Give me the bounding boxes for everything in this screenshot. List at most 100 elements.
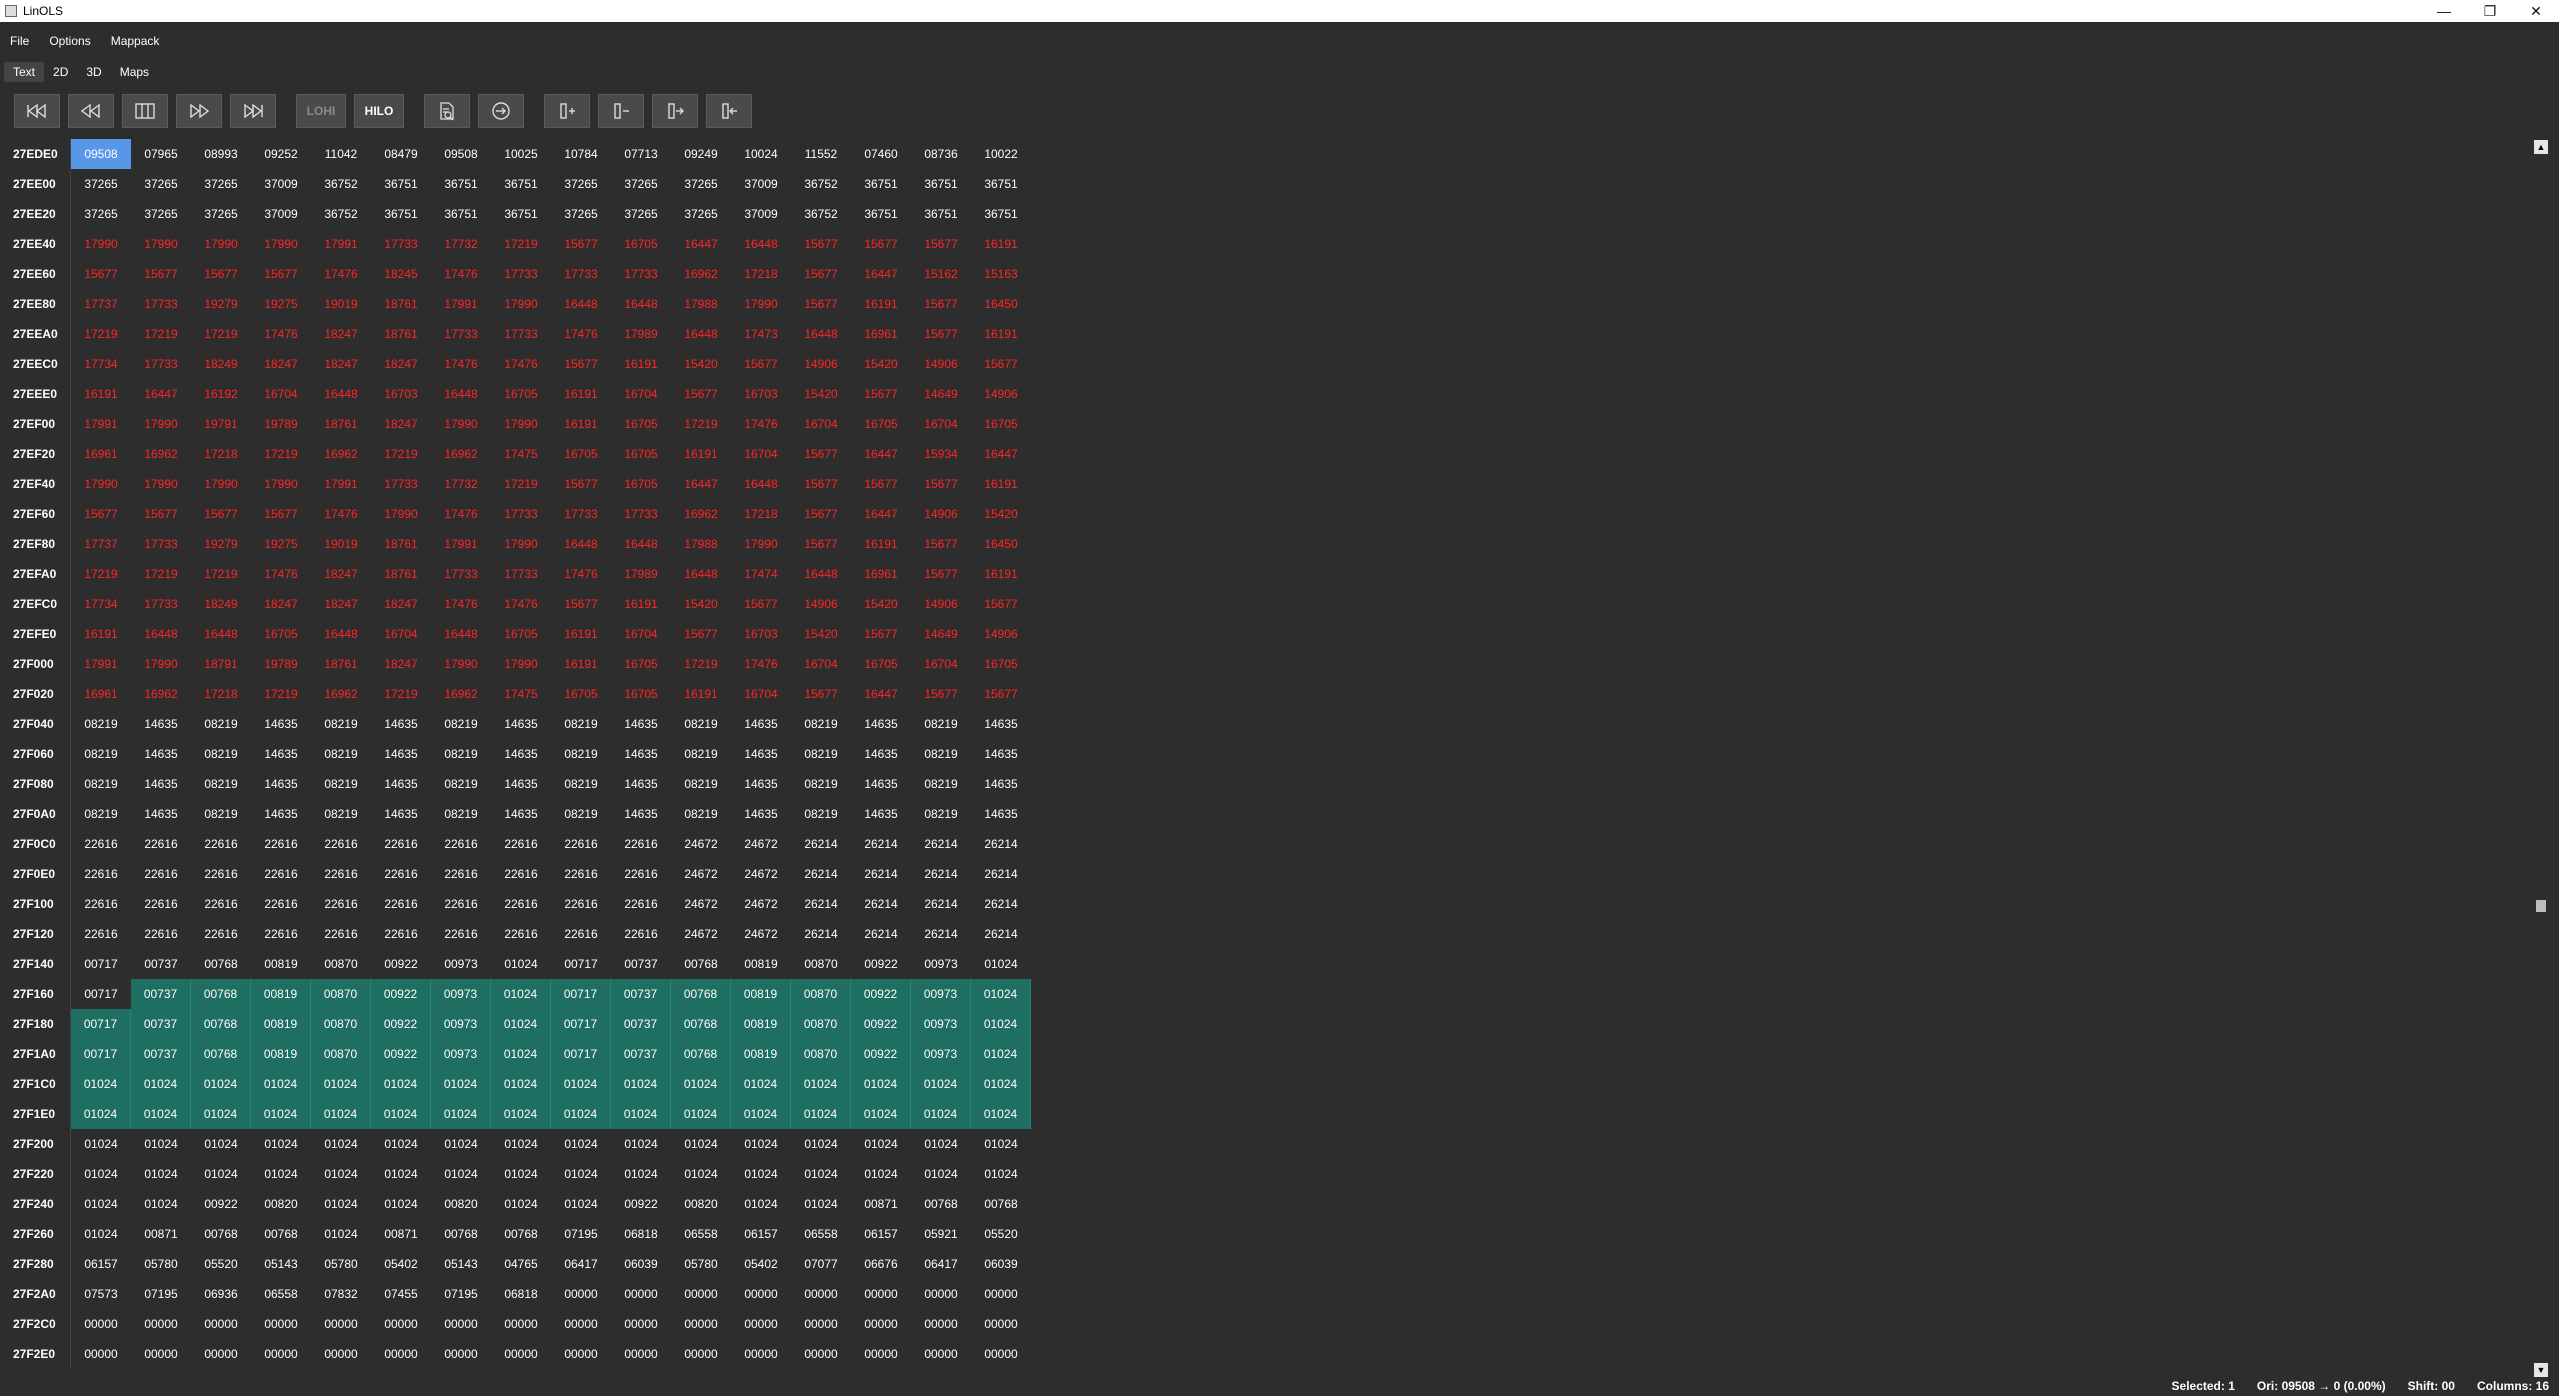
data-cell[interactable]: 16704: [731, 439, 791, 469]
data-cell[interactable]: 01024: [251, 1159, 311, 1189]
data-cell[interactable]: 01024: [611, 1099, 671, 1129]
data-cell[interactable]: 16705: [551, 679, 611, 709]
data-cell[interactable]: 18247: [371, 349, 431, 379]
data-cell[interactable]: 16962: [671, 259, 731, 289]
data-cell[interactable]: 01024: [311, 1219, 371, 1249]
data-cell[interactable]: 18791: [191, 649, 251, 679]
data-cell[interactable]: 05520: [191, 1249, 251, 1279]
add-column-right-button[interactable]: [544, 94, 590, 128]
data-cell[interactable]: 17219: [131, 319, 191, 349]
data-cell[interactable]: 17219: [491, 229, 551, 259]
data-cell[interactable]: 37009: [251, 199, 311, 229]
fast-forward-button[interactable]: [176, 94, 222, 128]
data-cell[interactable]: 17991: [71, 649, 131, 679]
data-cell[interactable]: 26214: [911, 859, 971, 889]
data-cell[interactable]: 00820: [251, 1189, 311, 1219]
data-cell[interactable]: 16191: [71, 379, 131, 409]
data-cell[interactable]: 16705: [551, 439, 611, 469]
data-cell[interactable]: 17219: [671, 409, 731, 439]
data-cell[interactable]: 00000: [191, 1339, 251, 1369]
data-cell[interactable]: 22616: [491, 829, 551, 859]
data-cell[interactable]: 01024: [851, 1159, 911, 1189]
data-cell[interactable]: 22616: [131, 889, 191, 919]
data-cell[interactable]: 14635: [371, 709, 431, 739]
data-cell[interactable]: 01024: [311, 1159, 371, 1189]
data-cell[interactable]: 22616: [71, 859, 131, 889]
data-cell[interactable]: 16962: [311, 439, 371, 469]
data-cell[interactable]: 22616: [611, 859, 671, 889]
data-cell[interactable]: 14635: [611, 769, 671, 799]
data-cell[interactable]: 05143: [251, 1249, 311, 1279]
data-cell[interactable]: 00768: [191, 1009, 251, 1039]
data-cell[interactable]: 17737: [71, 529, 131, 559]
data-cell[interactable]: 00000: [971, 1279, 1031, 1309]
data-cell[interactable]: 15677: [731, 349, 791, 379]
data-cell[interactable]: 22616: [311, 919, 371, 949]
find-document-button[interactable]: [424, 94, 470, 128]
data-cell[interactable]: 16705: [251, 619, 311, 649]
data-cell[interactable]: 00768: [971, 1189, 1031, 1219]
data-cell[interactable]: 00973: [431, 979, 491, 1009]
data-cell[interactable]: 16704: [251, 379, 311, 409]
data-cell[interactable]: 18761: [371, 559, 431, 589]
data-cell[interactable]: 08219: [671, 709, 731, 739]
data-cell[interactable]: 17219: [71, 319, 131, 349]
data-cell[interactable]: 00000: [911, 1309, 971, 1339]
data-cell[interactable]: 18249: [191, 589, 251, 619]
data-cell[interactable]: 22616: [251, 829, 311, 859]
data-cell[interactable]: 00871: [371, 1219, 431, 1249]
data-cell[interactable]: 22616: [431, 829, 491, 859]
data-cell[interactable]: 15677: [911, 679, 971, 709]
data-cell[interactable]: 16962: [671, 499, 731, 529]
data-cell[interactable]: 17990: [131, 649, 191, 679]
data-cell[interactable]: 01024: [671, 1129, 731, 1159]
data-cell[interactable]: 00000: [551, 1339, 611, 1369]
close-button[interactable]: ✕: [2513, 0, 2559, 22]
data-cell[interactable]: 15677: [791, 529, 851, 559]
data-cell[interactable]: 00870: [791, 949, 851, 979]
data-cell[interactable]: 17990: [191, 229, 251, 259]
data-cell[interactable]: 01024: [911, 1099, 971, 1129]
data-cell[interactable]: 16961: [71, 679, 131, 709]
data-cell[interactable]: 00717: [551, 979, 611, 1009]
data-cell[interactable]: 18247: [371, 589, 431, 619]
data-cell[interactable]: 17990: [131, 409, 191, 439]
data-cell[interactable]: 07455: [371, 1279, 431, 1309]
data-cell[interactable]: 17475: [491, 679, 551, 709]
data-cell[interactable]: 15677: [671, 379, 731, 409]
data-cell[interactable]: 00717: [551, 1039, 611, 1069]
data-cell[interactable]: 01024: [71, 1069, 131, 1099]
data-cell[interactable]: 17734: [71, 589, 131, 619]
data-cell[interactable]: 15677: [911, 559, 971, 589]
data-cell[interactable]: 08219: [71, 799, 131, 829]
data-cell[interactable]: 17476: [551, 319, 611, 349]
data-cell[interactable]: 22616: [371, 919, 431, 949]
data-cell[interactable]: 00000: [611, 1279, 671, 1309]
data-cell[interactable]: 15677: [191, 499, 251, 529]
data-cell[interactable]: 19019: [311, 529, 371, 559]
data-cell[interactable]: 01024: [551, 1189, 611, 1219]
data-cell[interactable]: 08219: [191, 739, 251, 769]
data-cell[interactable]: 26214: [791, 919, 851, 949]
data-cell[interactable]: 17733: [431, 319, 491, 349]
data-cell[interactable]: 01024: [371, 1159, 431, 1189]
data-cell[interactable]: 17990: [191, 469, 251, 499]
data-cell[interactable]: 01024: [551, 1159, 611, 1189]
data-cell[interactable]: 15677: [911, 529, 971, 559]
data-cell[interactable]: 14635: [131, 739, 191, 769]
data-cell[interactable]: 24672: [671, 829, 731, 859]
data-cell[interactable]: 14649: [911, 379, 971, 409]
data-cell[interactable]: 00737: [131, 1009, 191, 1039]
data-cell[interactable]: 00819: [731, 1009, 791, 1039]
data-cell[interactable]: 08219: [311, 709, 371, 739]
data-cell[interactable]: 14635: [131, 799, 191, 829]
data-cell[interactable]: 17733: [371, 229, 431, 259]
data-cell[interactable]: 17990: [251, 229, 311, 259]
data-cell[interactable]: 17991: [311, 229, 371, 259]
data-cell[interactable]: 01024: [911, 1159, 971, 1189]
data-cell[interactable]: 01024: [911, 1069, 971, 1099]
data-cell[interactable]: 00820: [671, 1189, 731, 1219]
data-cell[interactable]: 22616: [251, 919, 311, 949]
data-cell[interactable]: 01024: [731, 1189, 791, 1219]
data-cell[interactable]: 14635: [491, 739, 551, 769]
